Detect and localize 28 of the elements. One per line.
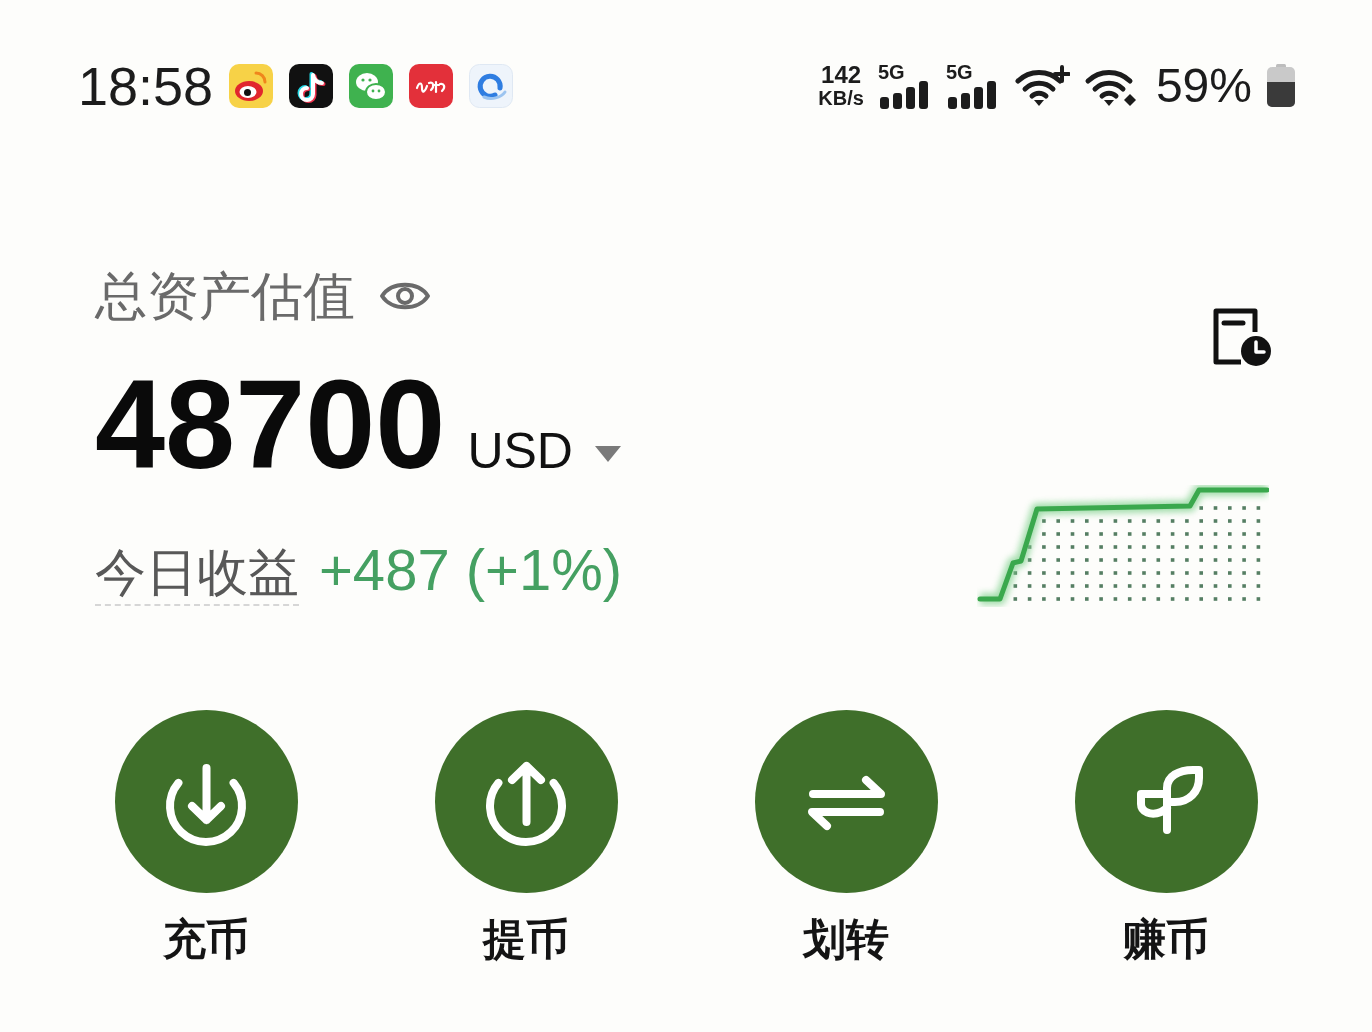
transfer-button[interactable]: 划转 [754, 710, 938, 965]
today-pnl-label: 今日收益 [95, 544, 299, 606]
withdraw-button[interactable]: 提币 [434, 710, 618, 965]
network-type-label: 5G [945, 63, 973, 81]
battery-icon [1266, 64, 1296, 108]
eye-app-icon [229, 64, 274, 108]
music-note-app-icon [289, 64, 334, 108]
swap-arrows-icon [754, 710, 938, 893]
upload-icon [434, 710, 618, 893]
today-pnl-value: +487 (+1%) [319, 540, 623, 600]
wifi-plus-icon [1013, 64, 1070, 108]
earn-button[interactable]: 赚币 [1074, 710, 1258, 965]
total-assets-title: 总资产估值 [95, 268, 355, 324]
leaf-icon [1074, 710, 1258, 893]
document-clock-icon[interactable] [1211, 306, 1273, 368]
currency-selector[interactable]: USD [467, 424, 621, 478]
cloud-app-icon [469, 64, 514, 108]
battery-percent: 59% [1155, 60, 1252, 112]
caret-icon [594, 446, 621, 462]
scribble-app-icon [409, 64, 454, 108]
net-speed-value: 142 [821, 63, 862, 87]
net-speed-unit: KB/s [818, 87, 864, 109]
total-amount: 48700 [95, 362, 446, 488]
network-type-label: 5G [877, 63, 905, 81]
deposit-button[interactable]: 充币 [114, 710, 298, 965]
clock-time: 18:58 [78, 60, 214, 112]
chat-bubbles-app-icon [349, 64, 394, 108]
download-icon [114, 710, 298, 893]
